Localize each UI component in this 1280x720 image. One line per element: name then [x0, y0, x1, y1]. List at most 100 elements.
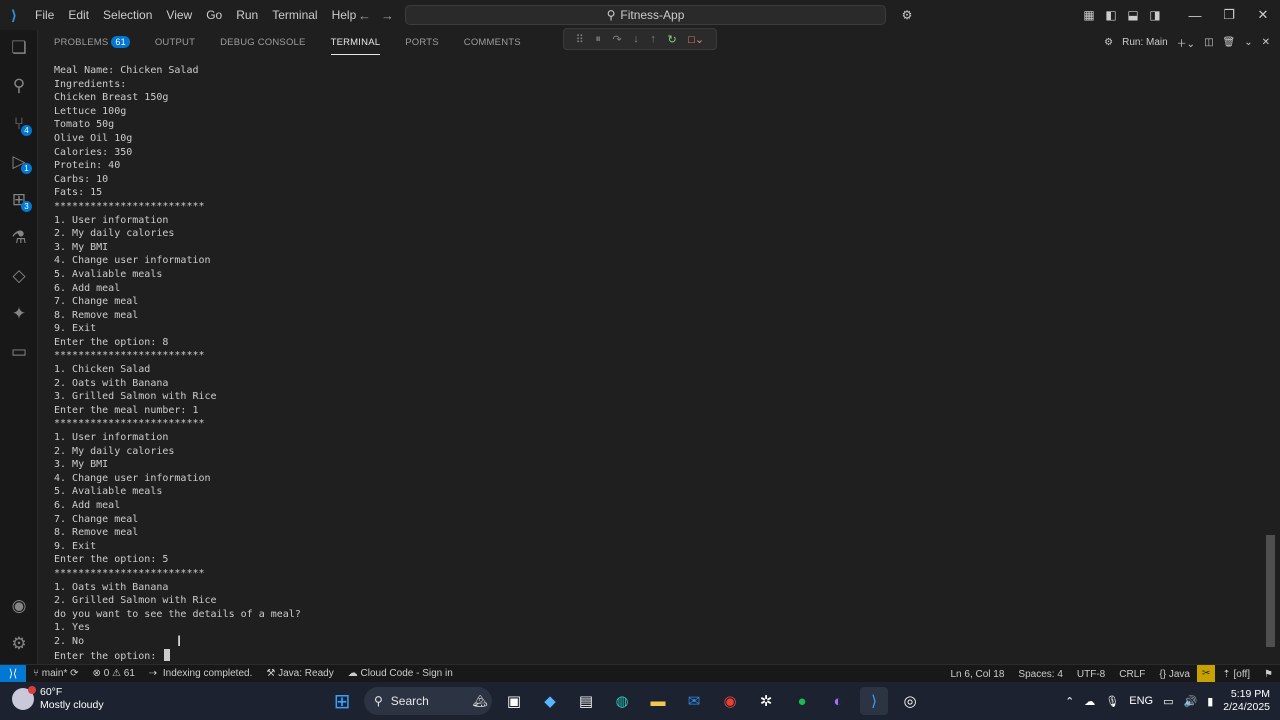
testing-icon[interactable]: ⚗ — [0, 220, 38, 256]
menu-go[interactable]: Go — [199, 0, 229, 30]
tabnine-status[interactable]: ⇡ [off] — [1215, 669, 1257, 680]
terminal-line: 2. My daily calories — [54, 228, 175, 240]
restart-icon[interactable]: ↻ — [667, 33, 676, 46]
weather-widget[interactable]: 60°F Mostly cloudy — [12, 686, 104, 712]
task-view-icon[interactable]: ▣ — [500, 687, 528, 715]
debug-off-icon[interactable]: ✂ — [1196, 665, 1216, 683]
command-center-search[interactable]: ⚲ Fitness-App — [405, 5, 886, 25]
menu-view[interactable]: View — [159, 0, 199, 30]
menu-edit[interactable]: Edit — [61, 0, 96, 30]
chrome-icon[interactable]: ◉ — [716, 687, 744, 715]
tab-terminal[interactable]: TERMINAL — [315, 30, 390, 55]
java-status[interactable]: ⚒ Java: Ready — [259, 668, 340, 679]
terminal-prompt: Enter the option: — [54, 650, 163, 662]
pause-icon[interactable]: ⏸ — [595, 33, 601, 46]
chevron-up-icon[interactable]: ⌃ — [1065, 695, 1074, 708]
edge-browser-icon[interactable]: ◍ — [608, 687, 636, 715]
onedrive-icon[interactable]: ☁ — [1084, 695, 1095, 708]
explorer-icon[interactable]: ❏ — [0, 30, 38, 66]
maximize-icon[interactable]: ❐ — [1212, 7, 1246, 23]
step-into-icon[interactable]: ↓ — [633, 33, 639, 45]
system-tray: ⌃ ☁ 🎙 ENG ▭ 🔊 ▮ 5:19 PM 2/24/2025 — [1065, 682, 1270, 720]
tab-output[interactable]: OUTPUT — [139, 30, 204, 55]
kill-terminal-icon[interactable]: 🗑 — [1223, 37, 1236, 48]
line-ending[interactable]: CRLF — [1112, 669, 1152, 680]
tab-problems[interactable]: PROBLEMS 61 — [38, 30, 139, 55]
indentation[interactable]: Spaces: 4 — [1011, 669, 1069, 680]
cursor-position[interactable]: Ln 6, Col 18 — [943, 669, 1011, 680]
minimize-icon[interactable]: — — [1178, 8, 1212, 23]
volume-icon[interactable]: 🔊 — [1184, 695, 1198, 708]
menu-file[interactable]: File — [28, 0, 61, 30]
menu-run[interactable]: Run — [229, 0, 265, 30]
tab-debug-console[interactable]: DEBUG CONSOLE — [204, 30, 314, 55]
clock[interactable]: 5:19 PM 2/24/2025 — [1223, 688, 1270, 714]
menu-terminal[interactable]: Terminal — [265, 0, 324, 30]
settings-gear-icon[interactable]: ⚙ — [0, 626, 38, 662]
toggle-panel-icon[interactable]: ⬓ — [1122, 8, 1144, 22]
toggle-sidebar-icon[interactable]: ◧ — [1100, 8, 1122, 22]
status-right: Ln 6, Col 18 Spaces: 4 UTF-8 CRLF {} Jav… — [943, 665, 1280, 683]
windows-start-icon[interactable]: ⊞ — [328, 687, 356, 715]
gemini-icon[interactable]: ✦ — [0, 296, 38, 332]
obs-icon[interactable]: ◎ — [896, 687, 924, 715]
language-mode[interactable]: {} Java — [1152, 669, 1197, 680]
branch-status[interactable]: ⑂ main* ⟳ — [26, 668, 86, 679]
toggle-secondary-sidebar-icon[interactable]: ◨ — [1144, 8, 1166, 22]
close-window-icon[interactable]: ✕ — [1246, 7, 1280, 23]
cloud-code-status[interactable]: ☁ Cloud Code - Sign in — [341, 668, 460, 679]
vscode-taskbar-icon[interactable]: ⟩ — [860, 687, 888, 715]
new-terminal-icon[interactable]: ＋⌄ — [1177, 35, 1195, 50]
run-config-label[interactable]: Run: Main — [1122, 37, 1168, 48]
more-actions-icon[interactable]: ⌄ — [1244, 37, 1252, 48]
step-out-icon[interactable]: ↑ — [650, 33, 656, 45]
menu-selection[interactable]: Selection — [96, 0, 159, 30]
clock-date: 2/24/2025 — [1223, 701, 1270, 713]
app-cat-icon[interactable]: ✲ — [752, 687, 780, 715]
github-desktop-icon[interactable]: ◐ — [824, 687, 852, 715]
language-indicator[interactable]: ENG — [1129, 695, 1153, 707]
terminal-scrollbar[interactable] — [1266, 57, 1275, 650]
microphone-icon[interactable]: 🎙 — [1105, 695, 1119, 708]
drag-handle-icon[interactable]: ⠿ — [576, 33, 584, 46]
problems-status[interactable]: ⊗ 0 ⚠ 61 — [86, 668, 142, 679]
outlook-icon[interactable]: ✉ — [680, 687, 708, 715]
microsoft-store-icon[interactable]: ▤ — [572, 687, 600, 715]
remote-explorer-icon[interactable]: ◇ — [0, 258, 38, 294]
vscode-logo-icon: ⟩ — [10, 6, 18, 23]
tab-ports[interactable]: PORTS — [389, 30, 448, 55]
remote-indicator-icon[interactable]: ⟩⟨ — [0, 664, 26, 683]
customize-layout-icon[interactable]: ▦ — [1078, 8, 1100, 22]
terminal-prompt-line[interactable]: Enter the option: — [54, 648, 1254, 663]
back-arrow-icon[interactable]: ← — [358, 8, 371, 23]
battery-icon[interactable]: ▮ — [1207, 695, 1213, 708]
temperature: 60°F — [40, 686, 63, 698]
terminal-line: 9. Exit — [54, 540, 97, 552]
notifications-icon[interactable]: ⚑ — [1257, 669, 1280, 680]
account-icon[interactable]: ◉ — [0, 588, 38, 624]
encoding[interactable]: UTF-8 — [1070, 669, 1112, 680]
forward-arrow-icon[interactable]: → — [381, 8, 394, 23]
copilot-app-icon[interactable]: ◆ — [536, 687, 564, 715]
search-sidebar-icon[interactable]: ⚲ — [0, 68, 38, 104]
stop-icon[interactable]: □⌄ — [688, 33, 704, 46]
network-icon[interactable]: ▭ — [1163, 695, 1173, 708]
indexing-status[interactable]: ⇢ Indexing completed. — [142, 668, 259, 679]
step-over-icon[interactable]: ↷ — [613, 33, 622, 46]
close-panel-icon[interactable]: ✕ — [1262, 37, 1270, 48]
scrollbar-thumb[interactable] — [1266, 535, 1275, 647]
terminal-line: 2. Grilled Salmon with Rice — [54, 595, 217, 607]
terminal-output[interactable]: Meal Name: Chicken Salad Ingredients: Chic… — [54, 64, 1254, 664]
extensions-icon[interactable]: ⊞ 3 — [0, 182, 38, 218]
chat-icon[interactable]: ▭ — [0, 334, 38, 370]
windows-taskbar: 60°F Mostly cloudy ⊞ ⚲ Search 🏔 ▣ ◆ ▤ ◍ … — [0, 682, 1280, 720]
terminal-line: 6. Add meal — [54, 500, 121, 511]
copilot-icon[interactable]: ⚙ — [896, 8, 918, 22]
spotify-icon[interactable]: ● — [788, 687, 816, 715]
source-control-icon[interactable]: ⑂ 4 — [0, 106, 38, 142]
run-debug-icon[interactable]: ▷ 1 — [0, 144, 38, 180]
tab-comments[interactable]: COMMENTS — [448, 30, 530, 55]
file-explorer-icon[interactable]: ▬ — [644, 687, 672, 715]
taskbar-search[interactable]: ⚲ Search 🏔 — [364, 687, 492, 715]
split-terminal-icon[interactable]: ◫ — [1204, 37, 1213, 48]
